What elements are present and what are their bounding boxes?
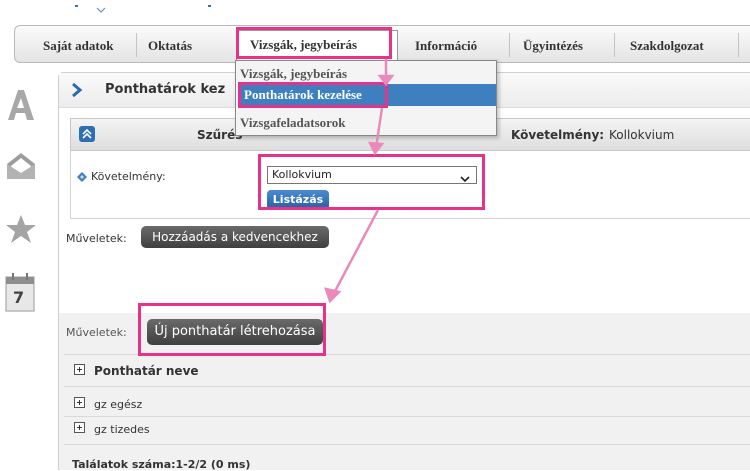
annotation-arrows [324, 59, 395, 304]
